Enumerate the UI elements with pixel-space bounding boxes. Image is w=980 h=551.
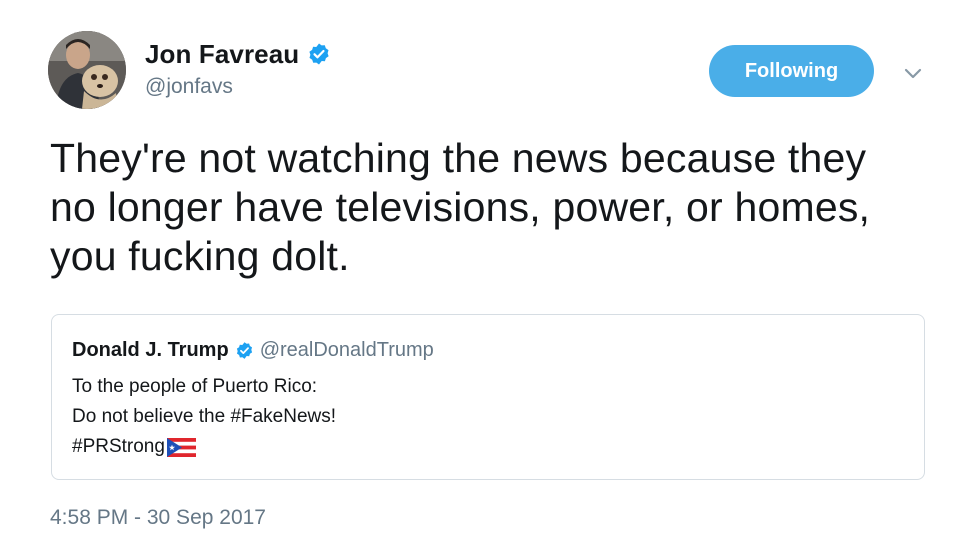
quoted-tweet-card[interactable]: Donald J. Trump @realDonaldTrump To the … (51, 314, 925, 480)
quoted-tweet-header: Donald J. Trump @realDonaldTrump (72, 339, 434, 362)
following-button[interactable]: Following (709, 45, 874, 97)
avatar-photo (48, 31, 126, 109)
quoted-author-name: Donald J. Trump (72, 339, 229, 361)
tweet-text-line: no longer have televisions, power, or ho… (50, 184, 871, 230)
tweet-timestamp[interactable]: 4:58 PM - 30 Sep 2017 (50, 506, 266, 530)
tweet-text: They're not watching the news because th… (50, 134, 930, 281)
verified-badge-icon (307, 42, 331, 66)
verified-badge-icon (235, 341, 254, 360)
quoted-author-handle: @realDonaldTrump (259, 339, 434, 361)
tweet-text-line: you fucking dolt. (50, 233, 350, 279)
puerto-rico-flag-icon (166, 437, 196, 457)
author-display-name[interactable]: Jon Favreau (145, 39, 299, 70)
chevron-down-icon[interactable] (900, 60, 926, 86)
quoted-tweet-line: To the people of Puerto Rico: (72, 376, 318, 397)
tweet-text-line: They're not watching the news because th… (50, 135, 867, 181)
author-handle[interactable]: @jonfavs (145, 75, 233, 99)
quoted-tweet-line-hashtag: #PRStrong (72, 436, 196, 458)
quoted-tweet-line: Do not believe the #FakeNews! (72, 406, 337, 427)
avatar[interactable] (48, 31, 126, 109)
hashtag-prstrong[interactable]: #PRStrong (72, 436, 165, 458)
author-name-row[interactable]: Jon Favreau (145, 37, 331, 71)
